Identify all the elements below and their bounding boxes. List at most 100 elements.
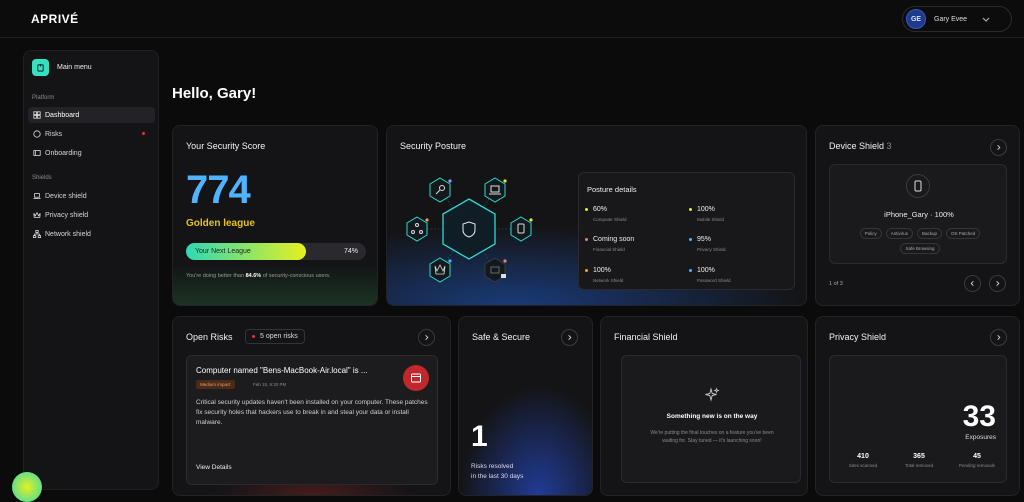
progress-value: 74% — [343, 248, 358, 255]
coming-soon-heading: Something new is on the way — [666, 413, 758, 420]
mobile-icon — [510, 216, 533, 242]
open-risks-card[interactable]: Open Risks 5 open risks Computer named "… — [172, 316, 451, 496]
card-title: Security Posture — [400, 141, 467, 151]
posture-details-panel: Posture details 60% Computer Shield 100% M… — [578, 172, 795, 290]
privacy-shield-card[interactable]: Privacy Shield 33 Exposures 410 Sites sca… — [815, 316, 1020, 496]
sidebar-item-privacy-shield[interactable]: Privacy shield — [28, 207, 155, 223]
exposures-label: Exposures — [965, 434, 996, 441]
open-device-shield-button[interactable] — [990, 139, 1007, 156]
onboarding-icon — [33, 150, 41, 156]
progress-label: Your Next League — [195, 248, 251, 255]
sidebar: Main menu Platform Dashboard Risks Onboa… — [23, 50, 159, 490]
crown-icon — [429, 257, 452, 283]
chevron-right-icon — [997, 335, 1001, 340]
previous-device-button[interactable] — [964, 275, 981, 292]
chevron-right-icon — [997, 145, 1001, 150]
sidebar-item-onboarding[interactable]: Onboarding — [28, 145, 155, 161]
security-score-card[interactable]: Your Security Score 774 Golden league Yo… — [172, 125, 378, 306]
security-posture-card[interactable]: Security Posture Posture details 60% Comp… — [386, 125, 807, 306]
sparkle-icon — [705, 387, 720, 402]
card-title: Safe & Secure — [472, 332, 531, 342]
notification-dot — [142, 132, 145, 135]
chip: Policy — [859, 228, 882, 239]
pager-label: 1 of 3 — [829, 281, 843, 287]
financial-shield-card[interactable]: Financial Shield Something new is on the… — [600, 316, 808, 496]
score-value: 774 — [186, 168, 251, 212]
chevron-right-icon — [996, 281, 1000, 286]
risk-title: Computer named "Bens-MacBook-Air.local" … — [196, 366, 368, 375]
coming-soon-text: We're putting the final touches on a fea… — [650, 430, 774, 444]
risk-item[interactable]: Computer named "Bens-MacBook-Air.local" … — [186, 355, 438, 485]
user-name: Gary Evee — [934, 15, 968, 23]
card-title: Device Shield 3 — [829, 141, 892, 151]
avatar: GE — [906, 9, 926, 29]
risk-description: Critical security updates haven't been i… — [196, 399, 428, 426]
posture-item-financial: Coming soon Financial Shield — [585, 236, 634, 252]
stat-sites-scanned: 410 Sites scanned — [848, 453, 878, 468]
main-menu-label: Main menu — [57, 64, 92, 71]
device-panel[interactable]: iPhone_Gary · 100% Policy Antivirus Back… — [829, 164, 1007, 264]
sidebar-item-risks[interactable]: Risks — [28, 126, 155, 142]
card-title: Privacy Shield — [829, 332, 887, 342]
posture-item-network: 100% Network Shield — [585, 267, 623, 283]
open-safe-secure-button[interactable] — [561, 329, 578, 346]
safe-secure-card[interactable]: Safe & Secure 1 Risks resolved in the las… — [458, 316, 593, 496]
coming-soon-panel: Something new is on the way We're puttin… — [621, 355, 801, 483]
chevron-down-icon — [982, 17, 990, 22]
sidebar-item-network-shield[interactable]: Network shield — [28, 226, 155, 242]
open-risks-button[interactable] — [418, 329, 435, 346]
risks-resolved-value: 1 — [471, 420, 488, 453]
user-menu[interactable]: GE Gary Evee — [902, 6, 1012, 32]
card-title: Open Risks — [186, 332, 233, 342]
phone-icon — [906, 174, 930, 198]
stat-pending-removals: 45 Pending removals — [958, 453, 996, 468]
network-icon — [406, 216, 429, 242]
device-count: 3 — [886, 141, 892, 151]
percentile-value: 84.6% — [245, 273, 262, 279]
chip: Backup — [917, 228, 943, 239]
browser-window-icon — [403, 365, 429, 391]
view-details-link[interactable]: View Details — [196, 464, 232, 471]
posture-details-title: Posture details — [587, 185, 637, 194]
device-score: 100% — [934, 210, 954, 219]
app-logo[interactable]: APRIVÉ — [31, 12, 79, 26]
next-device-button[interactable] — [989, 275, 1006, 292]
key-icon — [429, 177, 452, 203]
card-title: Your Security Score — [186, 141, 266, 151]
section-label-shields: Shields — [32, 175, 52, 181]
stat-total-removed: 365 Total removed — [904, 453, 934, 468]
privacy-panel: 33 Exposures 410 Sites scanned 365 Total r… — [829, 355, 1007, 483]
posture-item-privacy: 95% Privacy Shield — [689, 236, 726, 252]
sidebar-item-label: Onboarding — [45, 149, 82, 157]
sidebar-item-label: Device shield — [45, 192, 87, 200]
league-progress-bar: Your Next League 74% — [186, 243, 366, 260]
posture-hex-diagram — [406, 177, 533, 283]
posture-item-computer: 60% Computer Shield — [585, 206, 627, 222]
dashboard-icon — [33, 111, 41, 119]
card-glow — [173, 265, 377, 305]
top-bar: APRIVÉ GE Gary Evee — [0, 0, 1024, 38]
main-menu-button[interactable]: Main menu — [32, 59, 92, 76]
posture-item-password: 100% Password Shield — [689, 267, 731, 283]
risk-count-badge: 5 open risks — [245, 329, 305, 344]
card-title: Financial Shield — [614, 332, 678, 342]
league-label: Golden league — [186, 218, 255, 229]
center-shield-icon — [442, 198, 496, 260]
chevron-left-icon — [970, 281, 974, 286]
chip: Antivirus — [885, 228, 913, 239]
network-icon — [33, 230, 41, 238]
financial-lock-icon — [484, 257, 507, 283]
device-feature-chips: Policy Antivirus Backup OS Patched Safe … — [850, 228, 990, 254]
open-privacy-shield-button[interactable] — [990, 329, 1007, 346]
sidebar-item-label: Privacy shield — [45, 211, 89, 219]
assistant-launcher[interactable] — [12, 472, 42, 502]
sidebar-item-device-shield[interactable]: Device shield — [28, 188, 155, 204]
chevron-right-icon — [568, 335, 572, 340]
sidebar-item-dashboard[interactable]: Dashboard — [28, 107, 155, 123]
chevron-right-icon — [425, 335, 429, 340]
sidebar-item-label: Risks — [45, 130, 63, 138]
device-shield-card[interactable]: Device Shield 3 iPhone_Gary · 100% Polic… — [815, 125, 1020, 306]
crown-icon — [33, 211, 41, 218]
sidebar-item-label: Dashboard — [45, 111, 80, 119]
chip: OS Patched — [946, 228, 981, 239]
